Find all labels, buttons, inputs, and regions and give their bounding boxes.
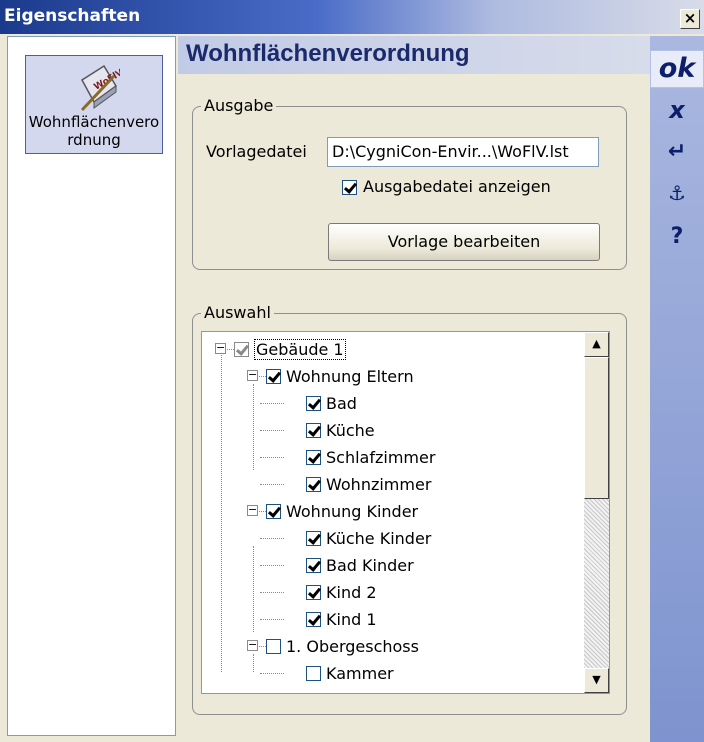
tree-node-checkbox[interactable] [306, 585, 321, 600]
apply-icon[interactable]: ↵ [650, 139, 704, 164]
tree-connector [260, 457, 284, 458]
tree-node-label: Küche Kinder [326, 529, 432, 548]
vorlage-label: Vorlagedatei [206, 142, 307, 161]
save-icon[interactable]: ⚓ [650, 181, 704, 205]
tree-node[interactable]: Gebäude 1 [234, 335, 346, 362]
tree-expander-icon[interactable]: − [215, 342, 226, 354]
tree-connector [253, 654, 254, 672]
selection-tree[interactable]: Gebäude 1 − Wohnung Eltern − Bad Küche Schlafz… [201, 331, 610, 694]
category-item-wohnflaechenverordnung[interactable]: WoFlV Wohnflächenverordnung [25, 55, 163, 154]
action-toolbar: ok x ↵ ⚓ ? [650, 36, 704, 742]
tree-expander-icon[interactable]: − [247, 369, 258, 381]
page-header: Wohnflächenverordnung [178, 36, 650, 74]
tree-node-checkbox[interactable] [306, 558, 321, 573]
tree-connector [259, 646, 266, 647]
page-title: Wohnflächenverordnung [186, 40, 470, 67]
tree-connector [260, 538, 284, 539]
tree-node[interactable]: Kind 2 [306, 578, 377, 605]
tree-expander-icon[interactable]: − [247, 504, 258, 516]
ausgabedatei-anzeigen-option[interactable]: Ausgabedatei anzeigen [342, 177, 551, 196]
tree-node-label: Gebäude 1 [254, 339, 346, 360]
ausgabedatei-anzeigen-checkbox[interactable] [342, 180, 357, 195]
ausgabedatei-anzeigen-label: Ausgabedatei anzeigen [363, 177, 551, 196]
title-bar: Eigenschaften × [0, 0, 704, 34]
tree-connector [260, 484, 284, 485]
ok-button[interactable]: ok [650, 50, 704, 88]
tree-node[interactable]: Wohnung Kinder [266, 497, 418, 524]
tree-node-checkbox[interactable] [306, 423, 321, 438]
tree-node-label: Bad Kinder [326, 556, 414, 575]
category-panel: WoFlV Wohnflächenverordnung [7, 36, 176, 736]
vorlage-bearbeiten-button[interactable]: Vorlage bearbeiten [328, 223, 600, 261]
tree-node-label: Wohnung Eltern [286, 367, 414, 386]
window-title: Eigenschaften [4, 6, 141, 26]
tree-node[interactable]: Wohnung Eltern [266, 362, 414, 389]
wofiv-document-icon: WoFlV [80, 64, 120, 112]
category-item-label: Wohnflächenverordnung [28, 113, 160, 149]
tree-node-checkbox[interactable] [306, 450, 321, 465]
tree-connector [259, 511, 266, 512]
tree-node-checkbox[interactable] [266, 639, 281, 654]
tree-node-label: Wohnung Kinder [286, 502, 419, 521]
tree-node-label: Wohnzimmer [326, 475, 432, 494]
tree-connector [260, 403, 284, 404]
tree-node-checkbox[interactable] [266, 504, 281, 519]
tree-node-checkbox[interactable] [234, 342, 249, 357]
tree-node-checkbox[interactable] [266, 369, 281, 384]
tree-connector [227, 349, 234, 350]
tree-node[interactable]: Wohnzimmer [306, 470, 431, 497]
tree-connector [221, 355, 222, 672]
tree-node-label: 1. Obergeschoss [286, 637, 419, 656]
tree-node-label: Küche [326, 421, 375, 440]
tree-connector [260, 565, 284, 566]
tree-node[interactable]: Schlafzimmer [306, 443, 435, 470]
auswahl-group-label: Auswahl [201, 303, 274, 322]
scroll-up-button[interactable]: ▲ [584, 332, 609, 357]
tree-connector [259, 376, 266, 377]
tree-node[interactable]: Kind 1 [306, 605, 377, 632]
tree-node-checkbox[interactable] [306, 396, 321, 411]
tree-connector [260, 673, 284, 674]
ausgabe-group-label: Ausgabe [201, 96, 277, 115]
tree-node[interactable]: 1. Obergeschoss [266, 632, 419, 659]
tree-node-checkbox[interactable] [306, 666, 321, 681]
vorlage-file-input[interactable]: D:\CygniCon-Envir...\WoFlV.lst [327, 137, 599, 167]
tree-node-checkbox[interactable] [306, 477, 321, 492]
tree-connector [260, 592, 284, 593]
tree-connector [260, 619, 284, 620]
tree-node-label: Kind 2 [326, 583, 377, 602]
tree-node[interactable]: Bad Kinder [306, 551, 414, 578]
close-button[interactable]: × [680, 9, 700, 29]
tree-node[interactable]: Bad [306, 389, 357, 416]
tree-connector [253, 546, 254, 632]
tree-node[interactable]: Küche [306, 416, 375, 443]
tree-node-checkbox[interactable] [306, 531, 321, 546]
tree-node[interactable]: Kammer [306, 659, 394, 686]
tree-scrollbar[interactable]: ▲ ▼ [584, 332, 609, 693]
tree-node-label: Kammer [326, 664, 394, 683]
tree-node-label: Bad [326, 394, 357, 413]
tree-connector [253, 384, 254, 470]
tree-node-label: Schlafzimmer [326, 448, 436, 467]
tree-node-checkbox[interactable] [306, 612, 321, 627]
tree-expander-icon[interactable]: − [247, 639, 258, 651]
scrollbar-thumb[interactable] [584, 357, 609, 499]
tree-connector [260, 430, 284, 431]
scroll-down-button[interactable]: ▼ [584, 668, 609, 693]
cancel-button[interactable]: x [650, 96, 704, 124]
tree-node-label: Kind 1 [326, 610, 377, 629]
tree-body: Gebäude 1 − Wohnung Eltern − Bad Küche Schlafz… [202, 332, 584, 693]
tree-node[interactable]: Küche Kinder [306, 524, 431, 551]
help-button[interactable]: ? [650, 224, 704, 249]
